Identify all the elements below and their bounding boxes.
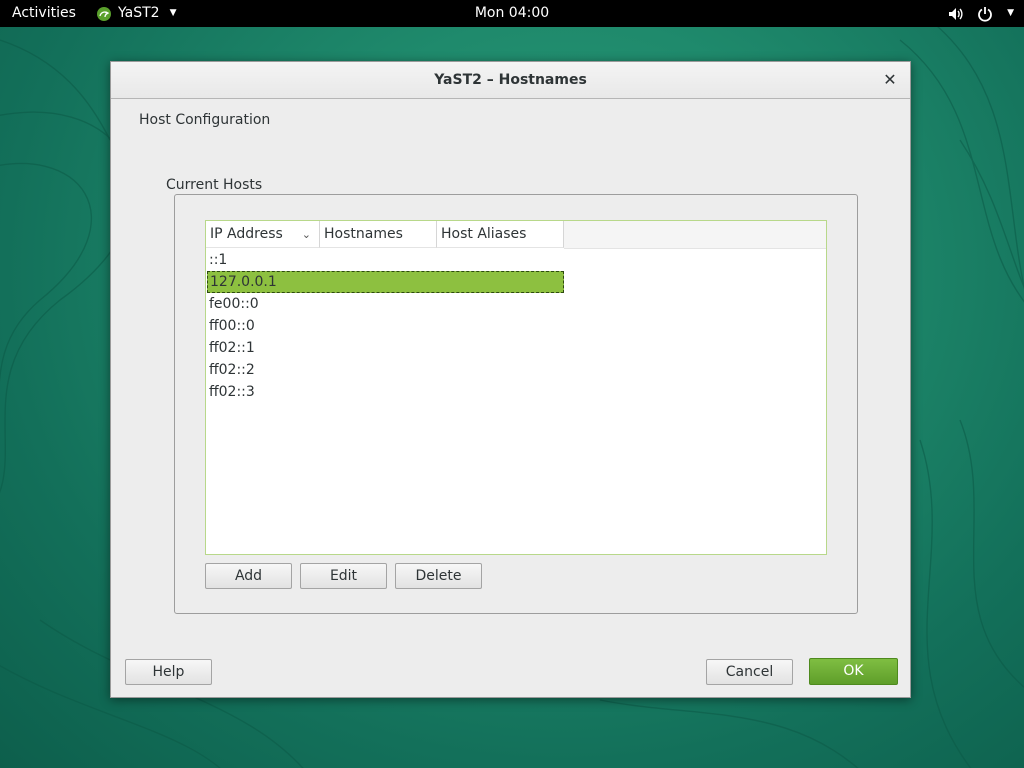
chevron-down-icon: ⌄ <box>301 228 311 241</box>
table-row[interactable]: fe00::0 <box>207 293 564 315</box>
table-row[interactable]: ff02::2 <box>207 359 564 381</box>
table-row-selected[interactable]: 127.0.0.1 <box>207 271 564 293</box>
table-row[interactable]: ff00::0 <box>207 315 564 337</box>
column-header-ip-address[interactable]: IP Address ⌄ <box>206 221 320 248</box>
cancel-button[interactable]: Cancel <box>706 659 793 685</box>
edit-button[interactable]: Edit <box>300 563 387 589</box>
header-filler <box>564 221 826 249</box>
table-row[interactable]: ff02::3 <box>207 381 564 403</box>
volume-icon <box>949 7 963 20</box>
add-button[interactable]: Add <box>205 563 292 589</box>
help-button[interactable]: Help <box>125 659 212 685</box>
close-icon[interactable]: ✕ <box>880 70 900 90</box>
power-icon <box>978 6 992 22</box>
hostnames-dialog: YaST2 – Hostnames ✕ Host Configuration C… <box>110 61 911 698</box>
column-header-host-aliases[interactable]: Host Aliases <box>437 221 564 248</box>
table-row[interactable]: ::1 <box>207 249 564 271</box>
table-header: IP Address ⌄ Hostnames Host Aliases <box>206 221 826 249</box>
page-title: Host Configuration <box>139 112 271 128</box>
system-tray[interactable]: ▼ <box>947 0 1014 27</box>
column-label: IP Address <box>210 226 283 242</box>
column-header-hostnames[interactable]: Hostnames <box>320 221 437 248</box>
hosts-table[interactable]: IP Address ⌄ Hostnames Host Aliases ::1 … <box>205 220 827 555</box>
top-panel: Activities YaST2 ▼ Mon 04:00 ▼ <box>0 0 1024 27</box>
table-row[interactable]: ff02::1 <box>207 337 564 359</box>
clock[interactable]: Mon 04:00 <box>0 0 1024 27</box>
ok-button[interactable]: OK <box>809 658 898 685</box>
window-titlebar[interactable]: YaST2 – Hostnames ✕ <box>111 62 910 99</box>
chevron-down-icon: ▼ <box>1007 8 1014 18</box>
frame-label: Current Hosts <box>163 177 266 193</box>
window-title: YaST2 – Hostnames <box>434 72 587 88</box>
delete-button[interactable]: Delete <box>395 563 482 589</box>
